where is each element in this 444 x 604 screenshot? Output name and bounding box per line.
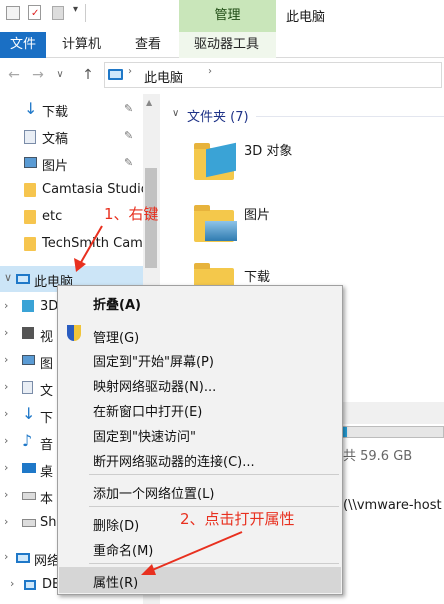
annotation-step2: 2、点击打开属性 — [180, 510, 295, 528]
annotation-arrowhead-2 — [141, 564, 156, 575]
annotation-arrow-1 — [79, 225, 103, 265]
annotation-arrowhead-1 — [74, 258, 86, 272]
annotation-arrow-2 — [149, 531, 243, 572]
